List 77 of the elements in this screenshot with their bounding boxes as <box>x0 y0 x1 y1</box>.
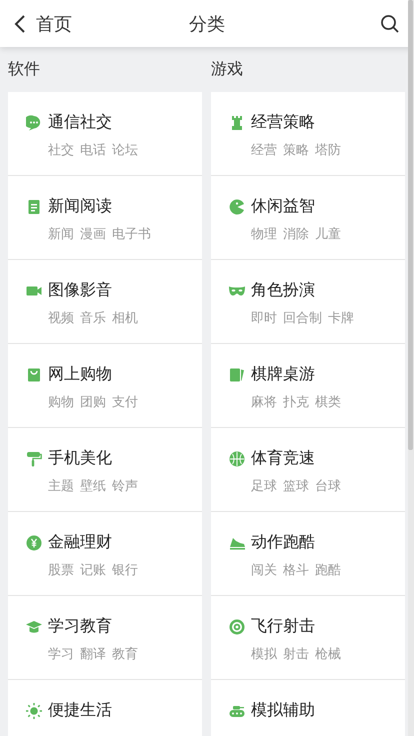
paint-roller-icon <box>26 450 42 466</box>
tag-link[interactable]: 音乐 <box>80 309 106 327</box>
shopping-bag-icon <box>26 366 42 382</box>
tag-link[interactable]: 卡牌 <box>328 309 354 327</box>
tag-link[interactable]: 相机 <box>112 309 138 327</box>
tag-link[interactable]: 塔防 <box>315 141 341 159</box>
basketball-icon <box>229 450 245 466</box>
tag-link[interactable]: 主题 <box>48 477 74 495</box>
tag-link[interactable]: 电话 <box>80 141 106 159</box>
pacman-icon <box>229 198 245 214</box>
tag-link[interactable]: 麻将 <box>251 393 277 411</box>
tag-link[interactable]: 闯关 <box>251 561 277 579</box>
tag-link[interactable]: 团购 <box>80 393 106 411</box>
category-link[interactable]: 经营策略 <box>251 112 315 133</box>
category-link[interactable]: 角色扮演 <box>251 280 315 301</box>
category-link[interactable]: 动作跑酷 <box>251 532 315 553</box>
tag-link[interactable]: 翻译 <box>80 645 106 663</box>
category-link[interactable]: 新闻阅读 <box>48 196 112 217</box>
category-link[interactable]: 金融理财 <box>48 532 112 553</box>
tag-link[interactable]: 电子书 <box>112 225 151 243</box>
tag-link[interactable]: 格斗 <box>283 561 309 579</box>
category-link[interactable]: 体育竞速 <box>251 448 315 469</box>
tag-link[interactable]: 铃声 <box>112 477 138 495</box>
cards-icon <box>229 366 245 382</box>
tag-link[interactable]: 记账 <box>80 561 106 579</box>
tag-link[interactable]: 足球 <box>251 477 277 495</box>
tag-link[interactable]: 即时 <box>251 309 277 327</box>
tag-link[interactable]: 棋类 <box>315 393 341 411</box>
category-link[interactable]: 便捷生活 <box>48 700 112 721</box>
tag-link[interactable]: 股票 <box>48 561 74 579</box>
tag-link[interactable]: 教育 <box>112 645 138 663</box>
tag-link[interactable]: 社交 <box>48 141 74 159</box>
category-link[interactable]: 通信社交 <box>48 112 112 133</box>
tag-link[interactable]: 支付 <box>112 393 138 411</box>
category-link[interactable]: 棋牌桌游 <box>251 364 315 385</box>
tag-link[interactable]: 回合制 <box>283 309 322 327</box>
category-link[interactable]: 图像影音 <box>48 280 112 301</box>
chat-bubble-icon <box>26 114 42 130</box>
target-icon <box>229 618 245 634</box>
tag-link[interactable]: 视频 <box>48 309 74 327</box>
tag-link[interactable]: 论坛 <box>112 141 138 159</box>
castle-tower-icon <box>229 114 245 130</box>
tag-link[interactable]: 枪械 <box>315 645 341 663</box>
section-heading: 软件 <box>8 58 41 80</box>
scrollbar[interactable] <box>408 0 414 736</box>
category-link[interactable]: 飞行射击 <box>251 616 315 637</box>
tag-link[interactable]: 跑酷 <box>315 561 341 579</box>
tag-link[interactable]: 篮球 <box>283 477 309 495</box>
category-link[interactable]: 学习教育 <box>48 616 112 637</box>
tag-link[interactable]: 漫画 <box>80 225 106 243</box>
category-link[interactable]: 模拟辅助 <box>251 700 315 721</box>
graduation-cap-icon <box>26 618 42 634</box>
search-icon <box>380 14 400 34</box>
tag-link[interactable]: 扑克 <box>283 393 309 411</box>
page-title: 分类 <box>188 12 226 36</box>
tag-link[interactable]: 消除 <box>283 225 309 243</box>
tag-link[interactable]: 策略 <box>283 141 309 159</box>
back-chevron-icon <box>14 14 26 34</box>
back-button[interactable]: 首页 <box>14 12 124 36</box>
tag-link[interactable]: 学习 <box>48 645 74 663</box>
tag-link[interactable]: 经营 <box>251 141 277 159</box>
sun-icon <box>26 702 42 718</box>
tag-link[interactable]: 壁纸 <box>80 477 106 495</box>
tag-link[interactable]: 购物 <box>48 393 74 411</box>
tag-link[interactable]: 模拟 <box>251 645 277 663</box>
tag-link[interactable]: 儿童 <box>315 225 341 243</box>
section-heading: 游戏 <box>211 58 244 80</box>
tag-link[interactable]: 台球 <box>315 477 341 495</box>
category-link[interactable]: 休闲益智 <box>251 196 315 217</box>
tag-link[interactable]: 银行 <box>112 561 138 579</box>
tag-link[interactable]: 新闻 <box>48 225 74 243</box>
document-icon <box>26 198 42 214</box>
category-link[interactable]: 手机美化 <box>48 448 112 469</box>
category-link[interactable]: 网上购物 <box>48 364 112 385</box>
tag-link[interactable]: 物理 <box>251 225 277 243</box>
tag-link[interactable]: 射击 <box>283 645 309 663</box>
yen-coin-icon <box>26 534 42 550</box>
